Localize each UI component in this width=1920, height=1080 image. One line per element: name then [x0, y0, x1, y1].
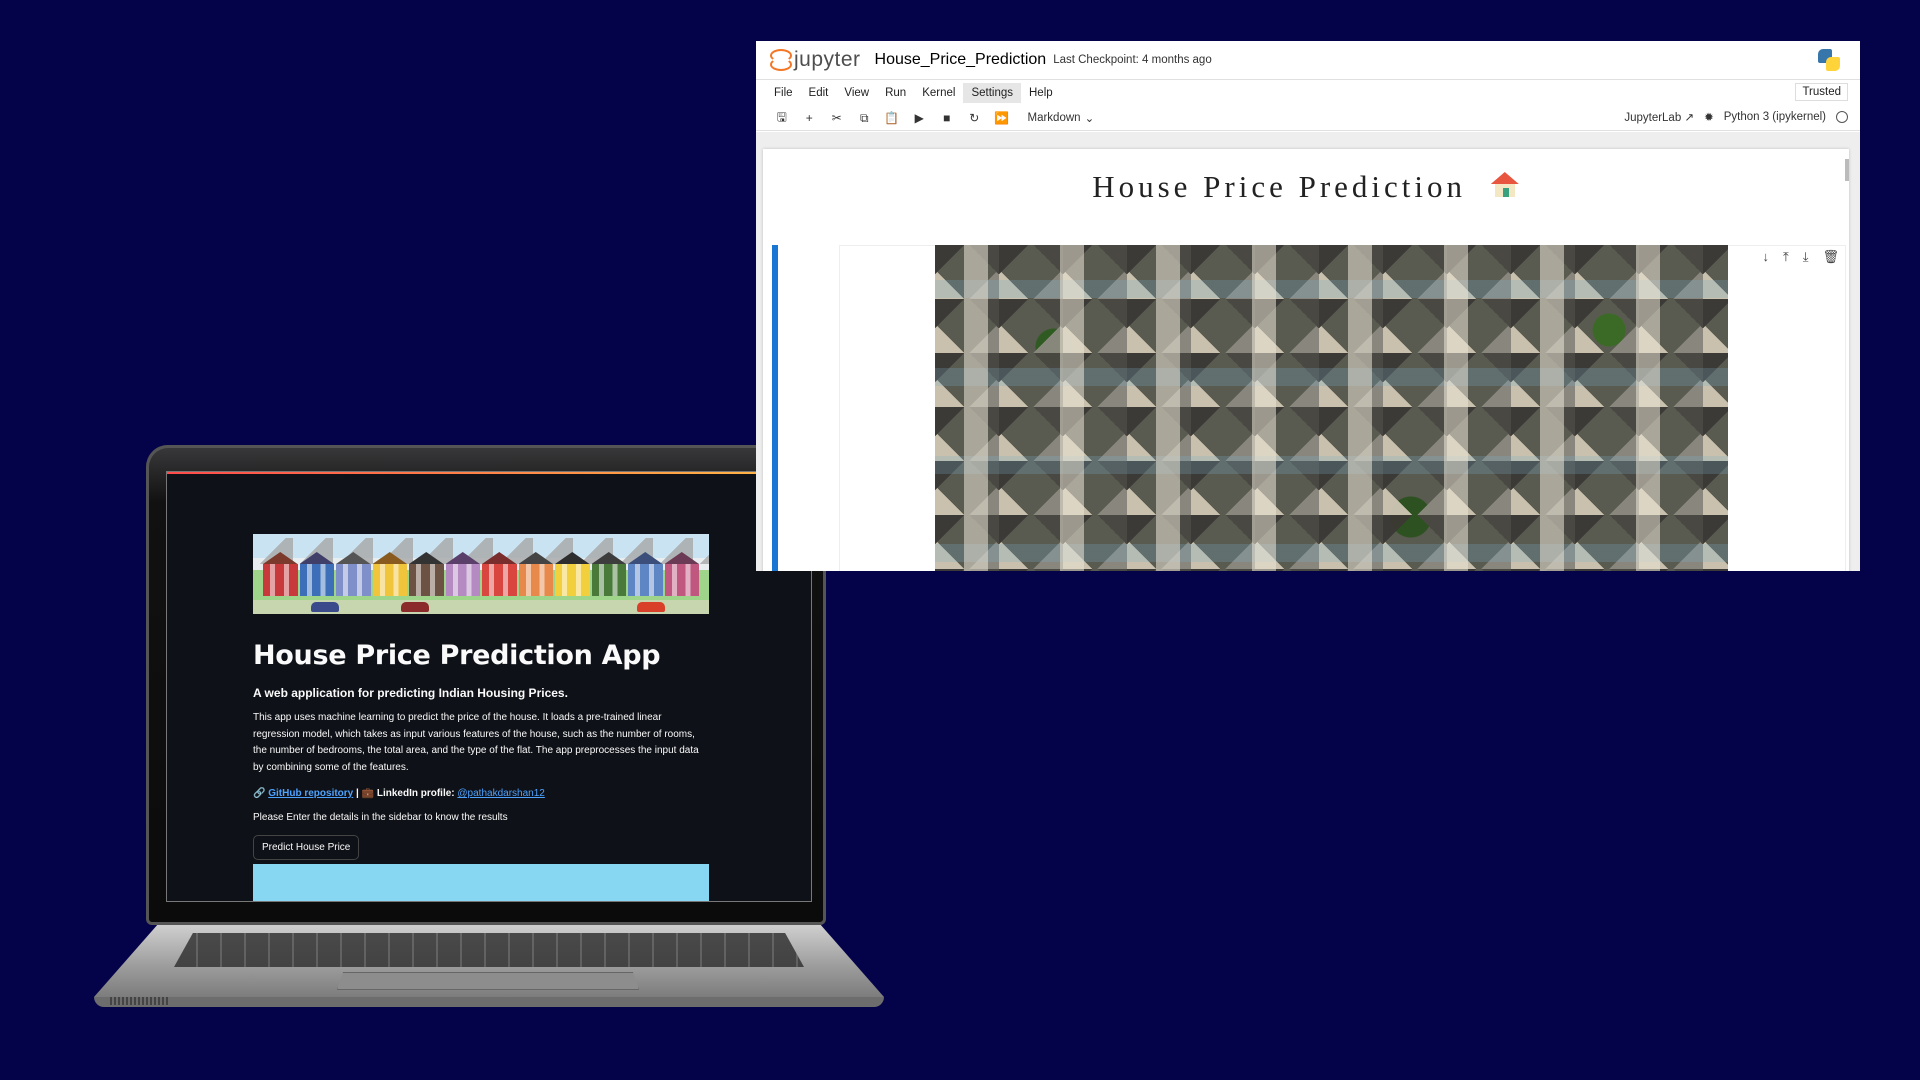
- house-illustration: [372, 552, 407, 596]
- copy-icon[interactable]: ⧉: [851, 111, 879, 126]
- streamlit-main-content: House Price Prediction App A web applica…: [253, 534, 709, 901]
- houses-row-illustration: [263, 552, 699, 596]
- last-checkpoint: Last Checkpoint: 4 months ago: [1053, 54, 1212, 66]
- markdown-heading: House Price Prediction: [763, 169, 1849, 205]
- laptop-trackpad: [337, 972, 639, 990]
- menu-run[interactable]: Run: [877, 83, 914, 103]
- move-down-icon[interactable]: ↓: [1762, 249, 1769, 265]
- house-illustration: [518, 552, 553, 596]
- linkedin-profile-link[interactable]: @pathakdarshan12: [457, 788, 544, 799]
- restart-icon[interactable]: ↻: [961, 111, 989, 125]
- jupyterlab-link[interactable]: JupyterLab ↗: [1624, 110, 1694, 124]
- paste-icon[interactable]: 📋: [878, 111, 906, 125]
- aerial-houses-photo: [935, 245, 1728, 571]
- links-separator: |: [353, 788, 362, 799]
- cell-actions-toolbar: ↓ ⤒ ⤓ 🗑: [1762, 249, 1839, 265]
- car-illustration: [637, 602, 665, 612]
- run-all-icon[interactable]: ⏩: [988, 111, 1016, 125]
- cut-icon[interactable]: ✂: [823, 111, 851, 125]
- house-illustration: [664, 552, 699, 596]
- notebook-toolbar: 🖫 + ✂ ⧉ 📋 ▶ ■ ↻ ⏩ Markdown ⌄ JupyterLab …: [756, 106, 1860, 131]
- result-info-box: [253, 864, 709, 901]
- python-logo-icon: [1818, 49, 1840, 71]
- house-emoji-icon: [1490, 172, 1520, 198]
- insert-below-icon[interactable]: ⤓: [1803, 249, 1809, 265]
- walls-pattern: [935, 245, 1728, 571]
- laptop-base: [94, 925, 884, 1007]
- house-illustration: [628, 552, 663, 596]
- toolbar-right: JupyterLab ↗ ✹ Python 3 (ipykernel): [1624, 110, 1848, 124]
- houses-banner-image: [253, 534, 709, 614]
- jupyterlab-link-label: JupyterLab: [1624, 112, 1682, 124]
- kernel-name[interactable]: Python 3 (ipykernel): [1724, 111, 1826, 123]
- notebook-page: House Price Prediction ↓ ⤒ ⤓ 🗑: [763, 149, 1849, 571]
- car-illustration: [311, 602, 339, 612]
- jupyter-notebook-window: jupyter House_Price_Prediction Last Chec…: [756, 41, 1860, 571]
- house-illustration: [409, 552, 444, 596]
- house-illustration: [336, 552, 371, 596]
- delete-icon[interactable]: 🗑: [1822, 249, 1839, 265]
- house-illustration: [299, 552, 334, 596]
- jupyter-header: jupyter House_Price_Prediction Last Chec…: [756, 41, 1860, 80]
- chevron-down-icon: ⌄: [1084, 113, 1095, 125]
- trusted-indicator[interactable]: Trusted: [1795, 83, 1848, 101]
- house-illustration: [263, 552, 298, 596]
- debugger-icon[interactable]: ✹: [1704, 110, 1714, 124]
- run-icon[interactable]: ▶: [906, 111, 934, 125]
- notebook-area: House Price Prediction ↓ ⤒ ⤓ 🗑: [756, 132, 1860, 571]
- app-description: This app uses machine learning to predic…: [253, 712, 699, 773]
- link-icon: 🔗: [253, 788, 266, 799]
- menu-bar: File Edit View Run Kernel Settings Help …: [756, 80, 1860, 106]
- briefcase-icon: 💼: [361, 788, 375, 799]
- insert-above-icon[interactable]: ⤒: [1783, 249, 1789, 265]
- menu-edit[interactable]: Edit: [801, 83, 837, 103]
- menu-help[interactable]: Help: [1021, 83, 1061, 103]
- links-line: 🔗 GitHub repository | 💼 LinkedIn profile…: [253, 788, 709, 799]
- save-icon[interactable]: 🖫: [768, 108, 796, 129]
- house-illustration: [482, 552, 517, 596]
- cell-type-dropdown[interactable]: Markdown ⌄: [1028, 111, 1095, 125]
- jupyter-logo-text: jupyter: [794, 48, 861, 71]
- active-cell-indicator[interactable]: [772, 245, 778, 571]
- menu-kernel[interactable]: Kernel: [914, 83, 963, 103]
- streamlit-header-decoration: [167, 472, 811, 474]
- stop-icon[interactable]: ■: [933, 111, 961, 125]
- external-link-icon: ↗: [1684, 112, 1695, 124]
- house-illustration: [591, 552, 626, 596]
- house-illustration: [445, 552, 480, 596]
- app-title: House Price Prediction App: [253, 640, 661, 671]
- house-illustration: [555, 552, 590, 596]
- github-repository-link[interactable]: GitHub repository: [268, 788, 353, 799]
- markdown-heading-text: House Price Prediction: [1092, 169, 1467, 204]
- cell-type-value: Markdown: [1027, 112, 1081, 124]
- car-illustration: [401, 602, 429, 612]
- menu-file[interactable]: File: [766, 83, 801, 103]
- add-cell-icon[interactable]: +: [796, 111, 824, 125]
- kernel-status-icon: [1836, 111, 1848, 123]
- streamlit-app-screen: House Price Prediction App A web applica…: [166, 471, 812, 902]
- jupyter-logo[interactable]: jupyter: [770, 48, 861, 72]
- jupyter-logo-icon: [770, 49, 792, 71]
- menu-settings[interactable]: Settings: [963, 83, 1021, 103]
- menu-view[interactable]: View: [836, 83, 877, 103]
- sidebar-instruction-text: Please Enter the details in the sidebar …: [253, 812, 508, 823]
- laptop-front-edge: [94, 997, 884, 1007]
- predict-house-price-button[interactable]: Predict House Price: [253, 835, 360, 860]
- app-subtitle: A web application for predicting Indian …: [253, 686, 568, 700]
- laptop-vents: [110, 997, 170, 1005]
- linkedin-label: LinkedIn profile:: [374, 788, 458, 799]
- notebook-title[interactable]: House_Price_Prediction: [875, 51, 1047, 69]
- laptop-keyboard: [174, 933, 804, 967]
